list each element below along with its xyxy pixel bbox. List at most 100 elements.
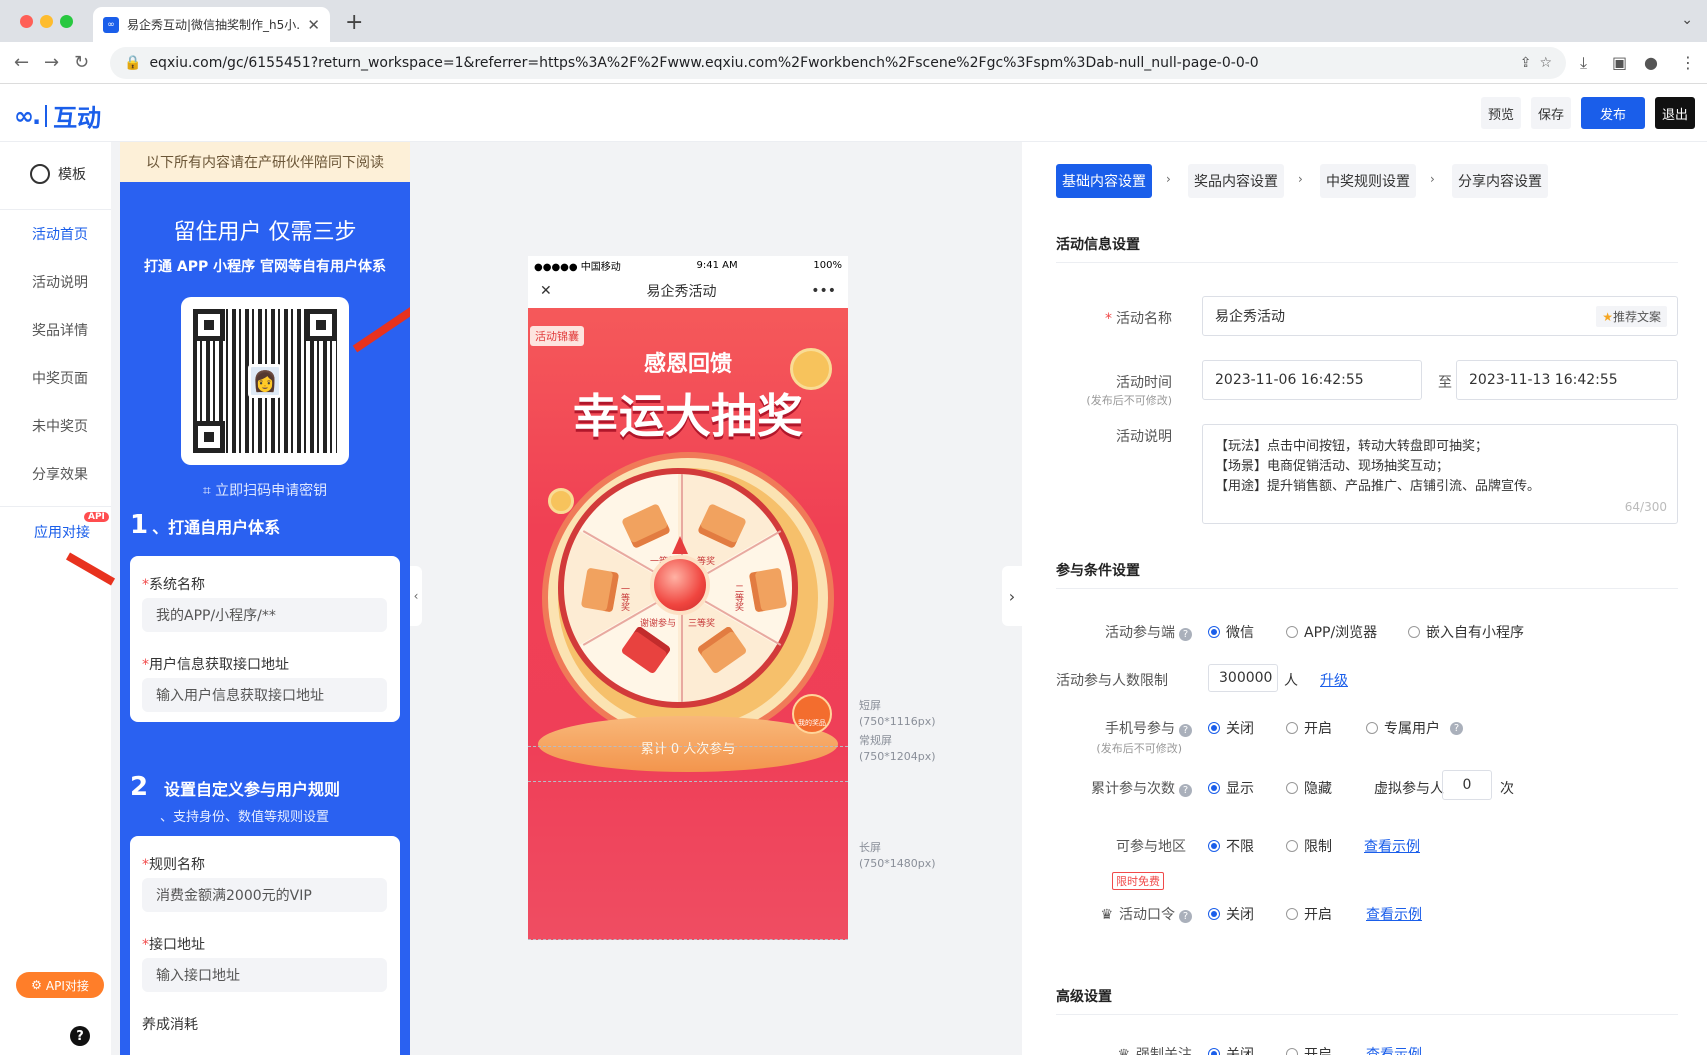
publish-button[interactable]: 发布 (1581, 97, 1645, 129)
count-label: 累计参与次数? (1062, 778, 1192, 798)
recommend-copy-button[interactable]: ★推荐文案 (1596, 306, 1667, 327)
radio-miniprogram[interactable]: 嵌入自有小程序 (1408, 622, 1524, 642)
exit-button[interactable]: 退出 (1655, 97, 1695, 129)
red-envelope-icon (620, 625, 672, 675)
view-example-link[interactable]: 查看示例 (1366, 904, 1422, 924)
step2-title: 设置自定义参与用户规则 (164, 780, 341, 799)
step1-card: *系统名称 我的APP/小程序/** *用户信息获取接口地址 输入用户信息获取接… (130, 556, 400, 722)
divider (1056, 1014, 1678, 1015)
help-question-icon[interactable]: ? (1179, 910, 1192, 923)
template-button[interactable]: 模板 (30, 164, 86, 184)
nav-item-lose-page[interactable]: 未中奖页 (32, 416, 88, 436)
end-time-input[interactable]: 2023-11-13 16:42:55 (1456, 360, 1678, 400)
minimize-window-button[interactable] (40, 15, 53, 28)
zoom-window-button[interactable] (60, 15, 73, 28)
phone-navbar: ✕ 易企秀活动 ••• (528, 274, 848, 308)
label-text: 强制关注 (1136, 1047, 1192, 1055)
api-address-input[interactable]: 输入接口地址 (142, 958, 387, 992)
scan-apply-link[interactable]: ⌗ 立即扫码申请密钥 (120, 480, 410, 500)
radio-label: 关闭 (1226, 1047, 1254, 1055)
nav-item-win-page[interactable]: 中奖页面 (32, 368, 88, 388)
radio-follow-off[interactable]: 关闭 (1208, 1044, 1254, 1055)
activity-tips-tag[interactable]: 活动锦囊 (530, 326, 584, 346)
user-info-api-input[interactable]: 输入用户信息获取接口地址 (142, 678, 387, 712)
radio-count-show[interactable]: 显示 (1208, 778, 1254, 798)
help-question-icon[interactable]: ? (1450, 721, 1463, 735)
divider (0, 506, 111, 507)
preview-button[interactable]: 预览 (1481, 97, 1521, 129)
battery: 100% (813, 259, 842, 271)
logo[interactable]: ∞. 互动 (14, 98, 101, 133)
radio-app-browser[interactable]: APP/浏览器 (1286, 622, 1377, 642)
browser-tab[interactable]: ∞ 易企秀互动|微信抽奖制作_h5小... ✕ (93, 7, 330, 42)
tab-win-rule-settings[interactable]: 中奖规则设置 (1320, 164, 1416, 198)
tab-prize-settings[interactable]: 奖品内容设置 (1188, 164, 1284, 198)
activity-desc-textarea[interactable]: 【玩法】点击中间按钮，转动大转盘即可抽奖； 【场景】电商促销活动、现场抽奖互动；… (1202, 424, 1678, 524)
virtual-count-input[interactable]: 0 (1442, 770, 1492, 800)
close-tab-icon[interactable]: ✕ (307, 16, 320, 34)
api-integration-button[interactable]: ⚙ API对接 (16, 972, 104, 998)
activity-name-input[interactable]: 易企秀活动 ★推荐文案 (1202, 296, 1678, 336)
download-icon[interactable]: ⤓ (1580, 53, 1587, 73)
profile-icon[interactable]: ● (1644, 53, 1658, 72)
nav-item-app-integration[interactable]: 应用对接 (34, 522, 90, 542)
system-name-input[interactable]: 我的APP/小程序/** (142, 598, 387, 632)
help-question-icon[interactable]: ? (1179, 724, 1192, 737)
nav-item-share-effect[interactable]: 分享效果 (32, 464, 88, 484)
spin-button[interactable] (650, 555, 710, 615)
tab-menu-chevron-icon[interactable]: ⌄ (1681, 12, 1693, 28)
nav-item-home[interactable]: 活动首页 (32, 224, 88, 244)
radio-password-on[interactable]: 开启 (1286, 904, 1332, 924)
browser-tabbar: ∞ 易企秀互动|微信抽奖制作_h5小... ✕ + ⌄ (0, 0, 1707, 42)
start-time-input[interactable]: 2023-11-06 16:42:55 (1202, 360, 1422, 400)
step2-heading: 2 (130, 772, 152, 802)
radio-count-hide[interactable]: 隐藏 (1286, 778, 1332, 798)
address-bar[interactable]: 🔒 eqxiu.com/gc/6155451?return_workspace=… (110, 47, 1566, 79)
help-icon[interactable]: ? (70, 1026, 90, 1046)
nav-item-prize-details[interactable]: 奖品详情 (32, 320, 88, 340)
radio-phone-on[interactable]: 开启 (1286, 718, 1332, 738)
view-example-link[interactable]: 查看示例 (1366, 1044, 1422, 1055)
radio-region-unlimited[interactable]: 不限 (1208, 836, 1254, 856)
my-prize-button[interactable]: 我的奖品 (792, 694, 832, 734)
radio-wechat[interactable]: 微信 (1208, 622, 1254, 642)
new-tab-icon[interactable]: + (345, 10, 363, 35)
collapse-left-icon[interactable]: ‹ (410, 566, 422, 626)
more-menu-icon[interactable]: ⋮ (1680, 53, 1696, 72)
lottery-page[interactable]: 活动锦囊 感恩回馈 幸运大抽奖 一等奖 一等奖 二等奖 三等奖 谢谢参与 一等奖… (528, 308, 848, 940)
view-example-link[interactable]: 查看示例 (1364, 836, 1420, 856)
participant-limit-input[interactable]: 300000 (1208, 664, 1278, 692)
upgrade-link[interactable]: 升级 (1320, 670, 1348, 690)
sidepanel-icon[interactable]: ▣ (1612, 53, 1627, 72)
reload-icon[interactable]: ↻ (74, 52, 89, 73)
virtual-unit: 次 (1500, 781, 1514, 797)
radio-phone-off[interactable]: 关闭 (1208, 718, 1254, 738)
radio-label: 微信 (1226, 625, 1254, 641)
radio-phone-exclusive[interactable]: 专属用户? (1366, 718, 1463, 738)
radio-region-limited[interactable]: 限制 (1286, 836, 1332, 856)
back-icon[interactable]: ← (14, 52, 29, 73)
tab-share-settings[interactable]: 分享内容设置 (1452, 164, 1548, 198)
phone-nav-title: 易企秀活动 (646, 284, 717, 300)
bookmark-star-icon[interactable]: ☆ (1539, 55, 1552, 71)
more-dots-icon: ••• (811, 283, 836, 299)
radio-label: 不限 (1226, 839, 1254, 855)
rule-name-input[interactable]: 消费金额满2000元的VIP (142, 878, 387, 912)
radio-password-off[interactable]: 关闭 (1208, 904, 1254, 924)
nav-item-description[interactable]: 活动说明 (32, 272, 88, 292)
prize-box-icon (697, 503, 747, 549)
tab-basic-settings[interactable]: 基础内容设置 (1056, 164, 1152, 198)
radio-label: 显示 (1226, 781, 1254, 797)
save-button[interactable]: 保存 (1531, 97, 1571, 129)
collapse-right-icon[interactable]: › (1002, 566, 1022, 626)
radio-follow-on[interactable]: 开启 (1286, 1044, 1332, 1055)
help-question-icon[interactable]: ? (1179, 628, 1192, 641)
promo-subtitle: 打通 APP 小程序 官网等自有用户体系 (144, 259, 386, 275)
close-window-button[interactable] (20, 15, 33, 28)
forward-icon[interactable]: → (44, 52, 59, 73)
help-question-icon[interactable]: ? (1179, 784, 1192, 797)
step1-title: 、打通自用户体系 (152, 518, 281, 537)
qr-code[interactable]: 👩 (181, 297, 349, 465)
share-icon[interactable]: ⇪ (1520, 55, 1532, 71)
terminal-label: 活动参与端? (1062, 622, 1192, 642)
